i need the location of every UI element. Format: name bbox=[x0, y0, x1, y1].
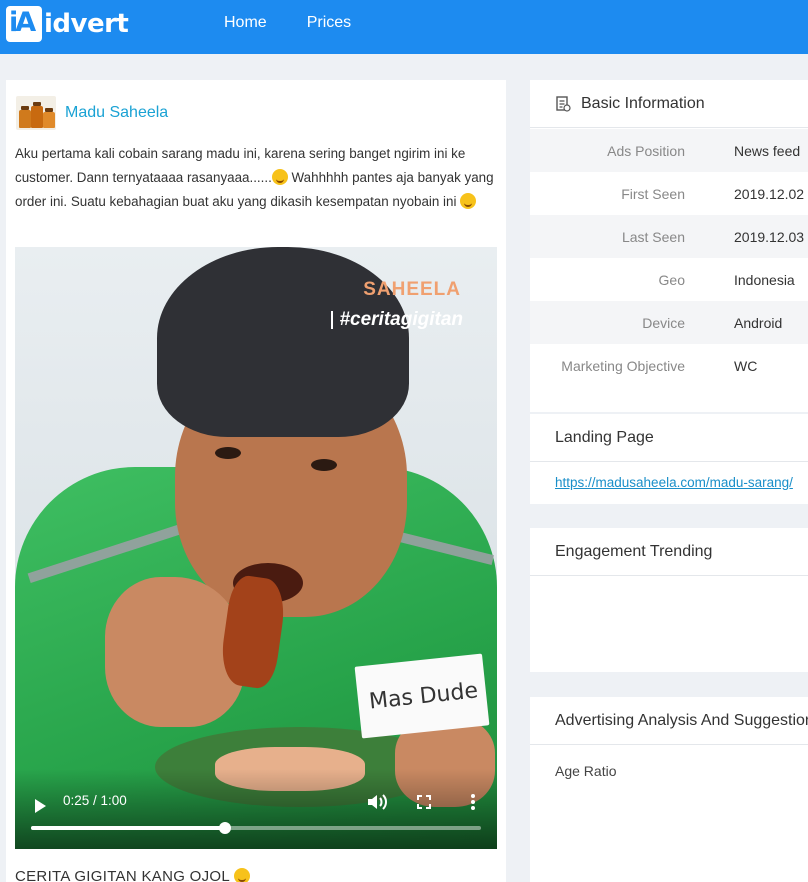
video-controls-gradient bbox=[15, 769, 497, 849]
post-title-text: CERITA GIGITAN KANG OJOL bbox=[15, 868, 230, 882]
nav-prices-link[interactable]: Prices bbox=[307, 14, 351, 32]
engagement-trending-title: Engagement Trending bbox=[555, 542, 713, 560]
landing-page-title: Landing Page bbox=[555, 428, 654, 446]
logo-mark-text: iA bbox=[9, 7, 36, 38]
video-player[interactable]: Mas Dude SAHEELA #ceritagigitan 0:25 / 1… bbox=[15, 247, 497, 849]
info-value: Indonesia bbox=[734, 271, 795, 288]
info-label: First Seen bbox=[621, 185, 685, 202]
age-ratio-label: Age Ratio bbox=[555, 763, 617, 779]
info-row-ads-position: Ads Position News feed bbox=[530, 129, 808, 172]
fullscreen-icon[interactable] bbox=[417, 795, 431, 809]
nav-home-link[interactable]: Home bbox=[224, 14, 267, 32]
more-options-icon[interactable] bbox=[470, 793, 476, 811]
basic-information-rows: Ads Position News feed First Seen 2019.1… bbox=[530, 128, 808, 387]
info-value: 2019.12.03 bbox=[734, 228, 805, 245]
landing-page-panel: Landing Page https://madusaheela.com/mad… bbox=[530, 414, 808, 504]
engagement-trending-header: Engagement Trending bbox=[530, 528, 808, 576]
smiling-face-emoji-icon bbox=[271, 169, 288, 185]
info-row-first-seen: First Seen 2019.12.02 bbox=[530, 172, 808, 215]
logo-text: idvert bbox=[44, 9, 129, 39]
advertiser-header: Madu Saheela bbox=[16, 96, 168, 130]
basic-information-title: Basic Information bbox=[581, 94, 705, 112]
video-brand-overlay: SAHEELA bbox=[363, 279, 461, 300]
top-navigation-bar: iA idvert Home Prices bbox=[0, 0, 808, 54]
info-label: Geo bbox=[658, 271, 685, 288]
post-text: Aku pertama kali cobain sarang madu ini,… bbox=[15, 142, 497, 214]
basic-information-header: Basic Information bbox=[530, 80, 808, 128]
advertising-analysis-panel: Advertising Analysis And Suggestions Age… bbox=[530, 697, 808, 882]
advertising-analysis-title: Advertising Analysis And Suggestions bbox=[555, 711, 808, 729]
hugging-face-emoji-icon bbox=[460, 193, 477, 209]
advertiser-name-link[interactable]: Madu Saheela bbox=[65, 104, 168, 122]
engagement-trending-panel: Engagement Trending bbox=[530, 528, 808, 672]
info-value: WC bbox=[734, 357, 758, 374]
grinning-face-emoji-icon bbox=[233, 868, 250, 882]
landing-page-header: Landing Page bbox=[530, 414, 808, 462]
info-label: Marketing Objective bbox=[561, 357, 685, 374]
video-beanie-shape bbox=[157, 247, 409, 437]
play-icon[interactable] bbox=[35, 799, 46, 813]
ad-post-card: Madu Saheela Aku pertama kali cobain sar… bbox=[6, 80, 506, 882]
idvert-logo[interactable]: iA idvert bbox=[6, 6, 129, 42]
info-value: Android bbox=[734, 314, 783, 331]
info-label: Ads Position bbox=[607, 142, 685, 159]
video-eye bbox=[311, 459, 337, 471]
video-seek-handle[interactable] bbox=[218, 822, 231, 834]
info-row-device: Device Android bbox=[530, 301, 808, 344]
logo-mark-icon: iA bbox=[6, 6, 42, 42]
document-info-icon bbox=[556, 95, 571, 112]
video-overlay-divider bbox=[331, 311, 333, 329]
landing-page-url-link[interactable]: https://madusaheela.com/madu-sarang/ bbox=[530, 462, 808, 502]
main-nav: Home Prices bbox=[224, 14, 351, 32]
video-eye bbox=[215, 447, 241, 459]
video-progress bbox=[31, 826, 225, 830]
info-label: Last Seen bbox=[621, 228, 685, 245]
post-title: CERITA GIGITAN KANG OJOL bbox=[15, 868, 250, 882]
advertising-analysis-header: Advertising Analysis And Suggestions bbox=[530, 697, 808, 745]
volume-icon[interactable] bbox=[367, 793, 389, 811]
info-row-last-seen: Last Seen 2019.12.03 bbox=[530, 215, 808, 258]
info-row-marketing-objective: Marketing Objective WC bbox=[530, 344, 808, 387]
video-hashtag-overlay: #ceritagigitan bbox=[339, 309, 463, 330]
info-label: Device bbox=[642, 314, 685, 331]
video-time: 0:25 / 1:00 bbox=[63, 793, 127, 808]
info-row-geo: Geo Indonesia bbox=[530, 258, 808, 301]
basic-information-panel: Basic Information Ads Position News feed… bbox=[530, 80, 808, 412]
advertiser-avatar[interactable] bbox=[16, 96, 56, 130]
video-seek-bar[interactable] bbox=[31, 822, 481, 834]
info-value: 2019.12.02 bbox=[734, 185, 805, 202]
info-value: News feed bbox=[734, 142, 801, 159]
